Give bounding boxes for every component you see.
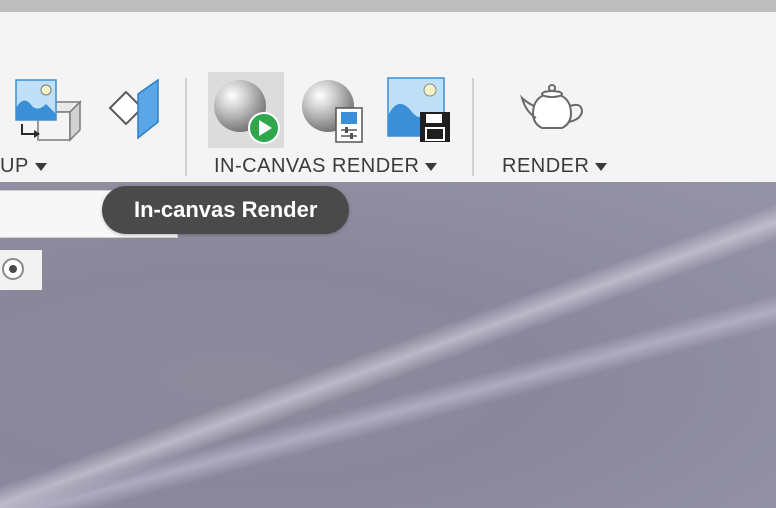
radio-dot-icon [9,265,17,273]
in-canvas-render-button[interactable] [208,72,284,148]
browser-panel-row [0,250,42,290]
render-group-label: RENDER [502,155,590,177]
chevron-down-icon [425,162,438,171]
tooltip: In-canvas Render [102,186,350,234]
chevron-down-icon [34,162,47,171]
setup-group-label: UP [0,155,29,177]
scene-settings-button[interactable] [8,72,84,148]
toolbar-separator [185,78,187,178]
radio-button[interactable] [2,258,24,280]
setup-group-dropdown[interactable]: UP [0,155,47,178]
capture-image-icon [387,77,450,142]
scene-settings-icon [15,79,82,142]
capture-image-button[interactable] [384,72,460,148]
chevron-down-icon [595,162,608,171]
in-canvas-render-group-dropdown[interactable]: IN-CANVAS RENDER [214,155,438,178]
in-canvas-render-group-label: IN-CANVAS RENDER [214,155,420,177]
toolbar: UP IN-CANVAS RENDER RENDER [0,12,776,178]
in-canvas-render-settings-icon [302,80,363,143]
render-teapot-icon [519,84,584,129]
section-plane-icon [108,78,159,140]
render-group-dropdown[interactable]: RENDER [502,155,608,178]
window-top-bar [0,0,776,12]
render-button[interactable] [516,72,592,148]
toolbar-separator [472,78,474,178]
in-canvas-render-icon [214,80,280,144]
section-plane-button[interactable] [100,72,176,148]
in-canvas-render-settings-button[interactable] [296,72,372,148]
